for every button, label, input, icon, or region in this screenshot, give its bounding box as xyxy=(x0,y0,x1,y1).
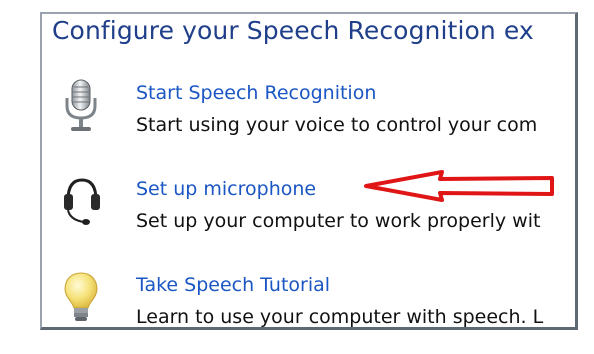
screenshot-frame: Configure your Speech Recognition ex Sta… xyxy=(0,0,594,354)
start-speech-recognition-description: Start using your voice to control your c… xyxy=(136,114,538,136)
red-arrow-annotation xyxy=(360,166,560,206)
take-speech-tutorial-description: Learn to use your computer with speech. … xyxy=(136,306,544,328)
take-speech-tutorial-link[interactable]: Take Speech Tutorial xyxy=(136,274,330,296)
headset-icon xyxy=(60,174,102,230)
set-up-microphone-description: Set up your computer to work properly wi… xyxy=(136,210,541,232)
start-speech-recognition-link[interactable]: Start Speech Recognition xyxy=(136,82,376,104)
lightbulb-icon xyxy=(60,270,102,326)
list-item-take-speech-tutorial: Take Speech Tutorial Learn to use your c… xyxy=(42,270,575,328)
page-title: Configure your Speech Recognition ex xyxy=(52,16,534,45)
list-item-start-speech-recognition: Start Speech Recognition Start using you… xyxy=(42,78,575,148)
microphone-icon xyxy=(60,78,102,134)
set-up-microphone-link[interactable]: Set up microphone xyxy=(136,178,316,200)
